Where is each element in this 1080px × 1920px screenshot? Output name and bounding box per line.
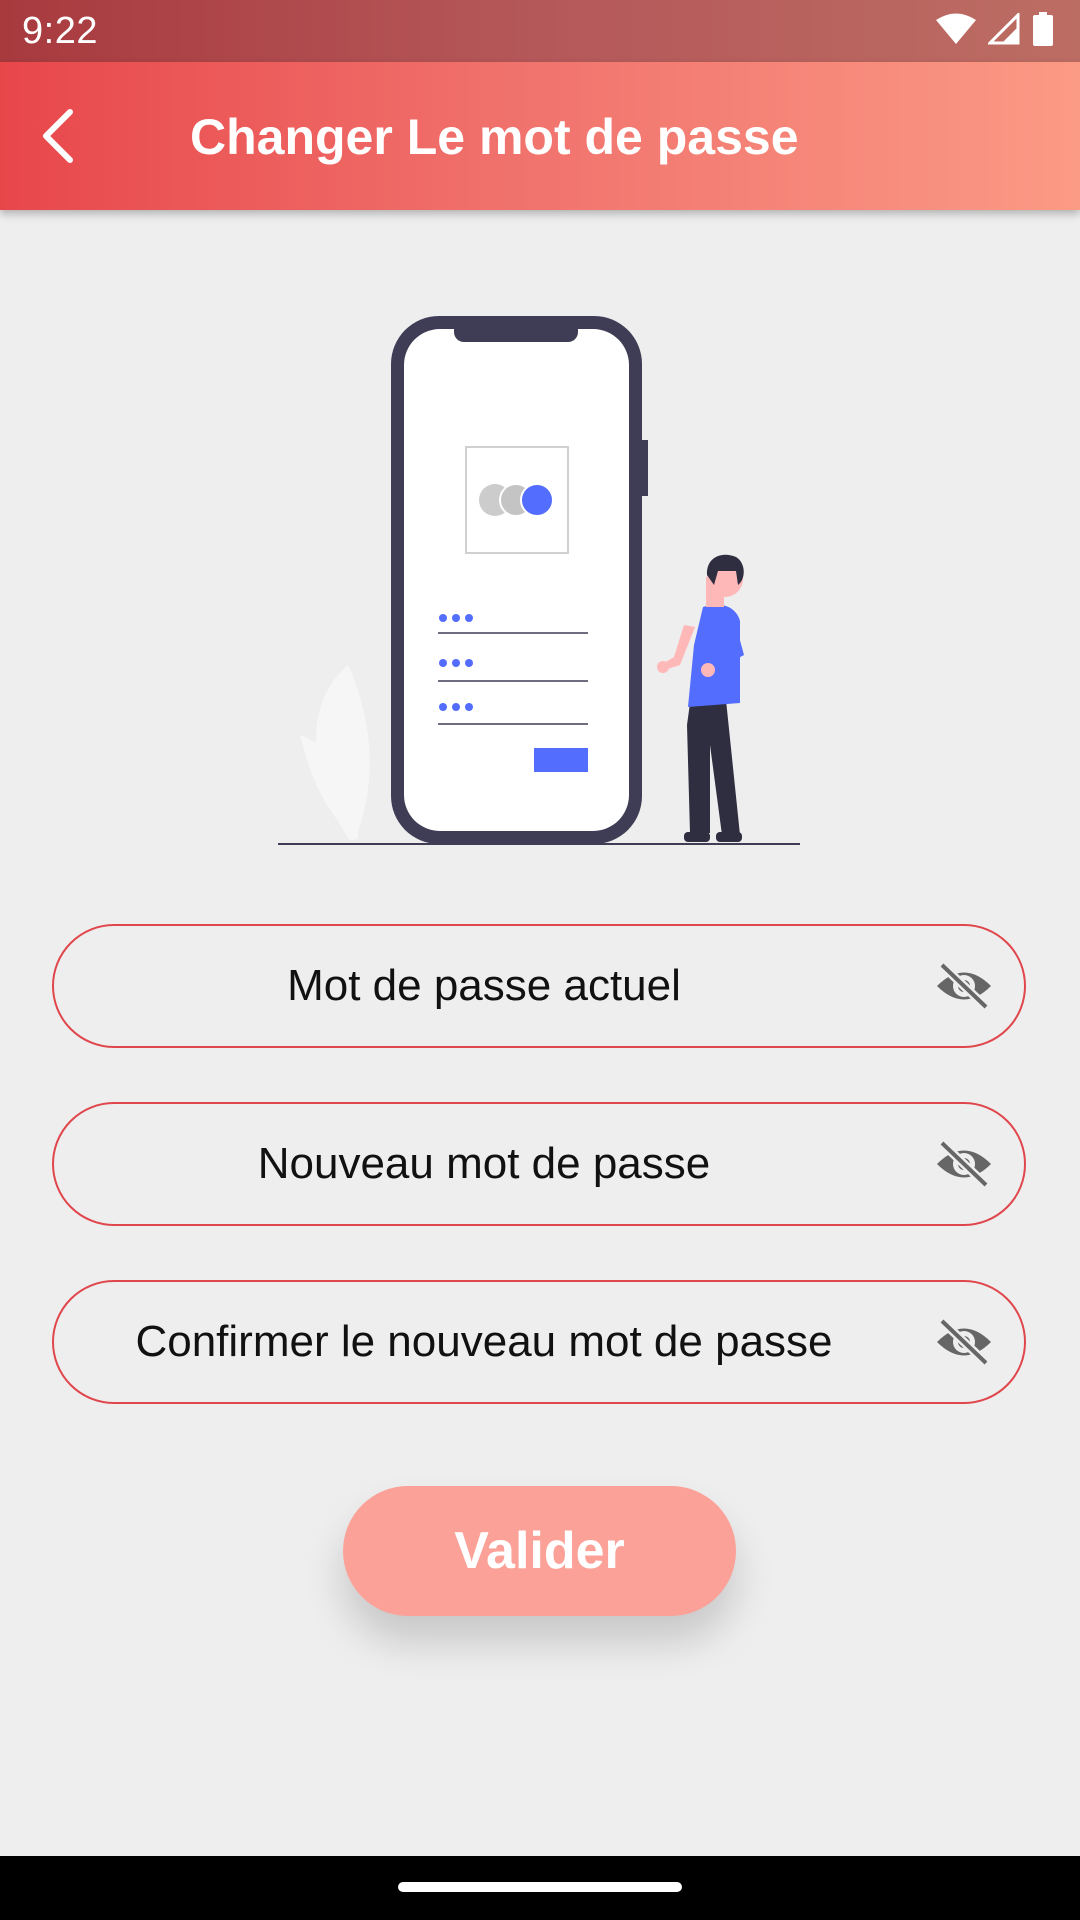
status-icons — [936, 10, 1054, 51]
chevron-left-icon — [43, 109, 73, 163]
wifi-icon — [936, 13, 976, 50]
battery-icon — [1032, 11, 1054, 51]
signal-icon — [986, 10, 1020, 50]
phone-login-illustration — [270, 305, 810, 850]
confirm-password-placeholder: Confirmer le nouveau mot de passe — [135, 1317, 833, 1366]
page-title: Changer Le mot de passe — [190, 109, 799, 165]
back-button[interactable] — [22, 100, 94, 172]
new-password-placeholder: Nouveau mot de passe — [257, 1139, 711, 1188]
app-bar: Changer Le mot de passe — [0, 62, 1080, 210]
status-bar: 9:22 — [0, 0, 1080, 62]
home-indicator[interactable] — [398, 1882, 682, 1892]
confirm-password-field[interactable]: Confirmer le nouveau mot de passe — [52, 1280, 1026, 1404]
current-password-field[interactable]: Mot de passe actuel — [52, 924, 1026, 1048]
eye-off-icon[interactable] — [932, 1132, 996, 1196]
eye-off-icon[interactable] — [932, 954, 996, 1018]
status-time: 9:22 — [22, 10, 98, 52]
validate-button[interactable]: Valider — [343, 1486, 736, 1616]
current-password-placeholder: Mot de passe actuel — [287, 961, 681, 1010]
eye-off-icon[interactable] — [932, 1310, 996, 1374]
new-password-field[interactable]: Nouveau mot de passe — [52, 1102, 1026, 1226]
navigation-bar — [0, 1856, 1080, 1920]
